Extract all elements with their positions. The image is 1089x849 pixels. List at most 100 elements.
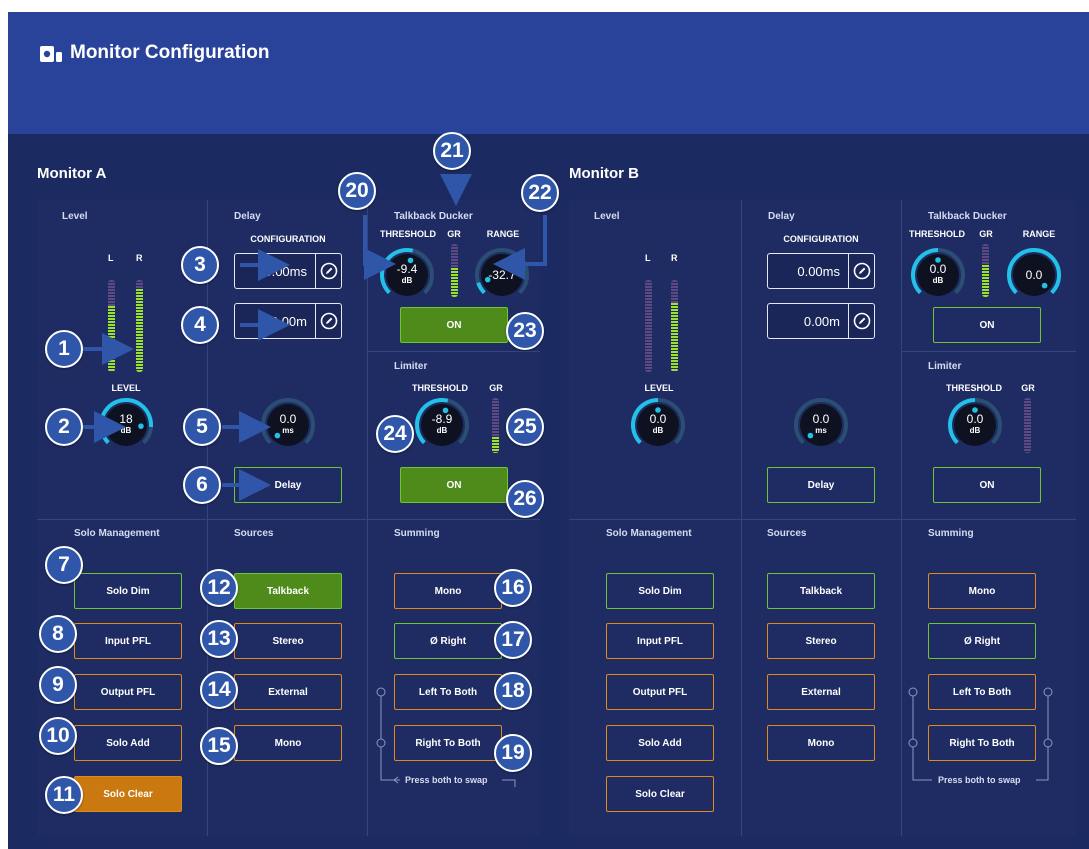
delay-time-field[interactable]: 0.00ms: [767, 253, 875, 289]
callout-3: 3: [181, 246, 219, 284]
solo-add-button[interactable]: Solo Add: [606, 725, 714, 761]
summing-mono-button[interactable]: Mono: [928, 573, 1036, 609]
output-pfl-button[interactable]: Output PFL: [606, 674, 714, 710]
solo-dim-button[interactable]: Solo Dim: [606, 573, 714, 609]
edit-icon[interactable]: [315, 304, 341, 338]
solo-dim-button[interactable]: Solo Dim: [74, 573, 182, 609]
level-knob-unit: dB: [120, 426, 132, 435]
output-pfl-button[interactable]: Output PFL: [74, 674, 182, 710]
delay-button[interactable]: Delay: [234, 467, 342, 503]
callout-15: 15: [200, 727, 238, 765]
callout-21: 21: [433, 132, 471, 170]
delay-knob-value: 0.0: [812, 412, 830, 426]
solo-clear-button[interactable]: Solo Clear: [606, 776, 714, 812]
callout-23: 23: [506, 312, 544, 350]
level-knob[interactable]: 0.0 dB: [629, 396, 687, 454]
left-to-both-button[interactable]: Left To Both: [394, 674, 502, 710]
callout-13: 13: [200, 620, 238, 658]
right-to-both-button[interactable]: Right To Both: [928, 725, 1036, 761]
callout-9: 9: [39, 666, 77, 704]
source-mono-button[interactable]: Mono: [767, 725, 875, 761]
swap-hint: Press both to swap: [405, 775, 488, 785]
limiter-on-button[interactable]: ON: [933, 467, 1041, 503]
level-knob[interactable]: 18 dB: [97, 396, 155, 454]
source-external-button[interactable]: External: [234, 674, 342, 710]
limiter-threshold-label: THRESHOLD: [412, 383, 468, 393]
limiter-threshold-value: -8.9: [431, 412, 453, 426]
callout-25: 25: [506, 408, 544, 446]
input-pfl-button[interactable]: Input PFL: [606, 623, 714, 659]
level-knob-label: LEVEL: [111, 383, 141, 393]
limiter-threshold-label: THRESHOLD: [946, 383, 1002, 393]
source-stereo-button[interactable]: Stereo: [234, 623, 342, 659]
source-external-button[interactable]: External: [767, 674, 875, 710]
limiter-on-button[interactable]: ON: [400, 467, 508, 503]
input-pfl-button[interactable]: Input PFL: [74, 623, 182, 659]
swap-hint: Press both to swap: [938, 775, 1021, 785]
ducker-gr-meter: [451, 244, 458, 297]
meter-left-label: L: [645, 253, 651, 263]
source-talkback-button[interactable]: Talkback: [767, 573, 875, 609]
delay-distance-field[interactable]: 0.00m: [767, 303, 875, 339]
callout-2: 2: [45, 408, 83, 446]
phase-right-button[interactable]: Ø Right: [928, 623, 1036, 659]
right-to-both-button[interactable]: Right To Both: [394, 725, 502, 761]
summing-label: Summing: [928, 528, 974, 539]
callout-7: 7: [45, 546, 83, 584]
level-meter-right: [671, 280, 678, 372]
solo-clear-button[interactable]: Solo Clear: [74, 776, 182, 812]
delay-button[interactable]: Delay: [767, 467, 875, 503]
edit-icon[interactable]: [848, 254, 874, 288]
limiter-threshold-knob[interactable]: -8.9 dB: [413, 396, 471, 454]
callout-14: 14: [200, 671, 238, 709]
meter-left-label: L: [108, 253, 114, 263]
left-to-both-button[interactable]: Left To Both: [928, 674, 1036, 710]
delay-config-label: CONFIGURATION: [250, 234, 326, 244]
page-title: Monitor Configuration: [70, 42, 270, 63]
limiter-threshold-knob[interactable]: 0.0 dB: [946, 396, 1004, 454]
ducker-range-knob[interactable]: 0.0: [1005, 246, 1063, 304]
talkback-ducker-label: Talkback Ducker: [928, 211, 1007, 222]
source-mono-button[interactable]: Mono: [234, 725, 342, 761]
ducker-threshold-unit: dB: [932, 276, 944, 285]
ducker-on-button[interactable]: ON: [933, 307, 1041, 343]
phase-right-button[interactable]: Ø Right: [394, 623, 502, 659]
ducker-threshold-knob[interactable]: 0.0 dB: [909, 246, 967, 304]
ducker-threshold-value: -9.4: [396, 262, 418, 276]
delay-section-label: Delay: [768, 211, 795, 222]
level-knob-unit: dB: [652, 426, 664, 435]
talkback-ducker-label: Talkback Ducker: [394, 211, 473, 222]
ducker-threshold-knob[interactable]: -9.4 dB: [378, 246, 436, 304]
callout-5: 5: [183, 408, 221, 446]
level-section-label: Level: [594, 211, 620, 222]
callout-12: 12: [200, 569, 238, 607]
callout-11: 11: [45, 776, 83, 814]
delay-time-value: 0.00ms: [264, 263, 307, 279]
summing-label: Summing: [394, 528, 440, 539]
limiter-gr-meter: [492, 398, 499, 453]
ducker-threshold-value: 0.0: [929, 262, 947, 276]
monitor-configuration-window: Monitor Configuration Monitor A Level L …: [8, 12, 1089, 849]
delay-knob[interactable]: 0.0 ms: [792, 396, 850, 454]
ducker-range-value: 0.0: [1025, 268, 1043, 282]
meter-right-label: R: [671, 253, 678, 263]
callout-26: 26: [506, 480, 544, 518]
summing-mono-button[interactable]: Mono: [394, 573, 502, 609]
level-meter-left: [645, 280, 652, 372]
callout-19: 19: [494, 734, 532, 772]
ducker-threshold-unit: dB: [401, 276, 413, 285]
delay-knob[interactable]: 0.0 ms: [259, 396, 317, 454]
edit-icon[interactable]: [315, 254, 341, 288]
source-talkback-button[interactable]: Talkback: [234, 573, 342, 609]
edit-icon[interactable]: [848, 304, 874, 338]
ducker-range-knob[interactable]: -32.7: [473, 246, 531, 304]
limiter-threshold-value: 0.0: [966, 412, 984, 426]
sources-label: Sources: [234, 528, 274, 539]
callout-18: 18: [494, 672, 532, 710]
ducker-on-button[interactable]: ON: [400, 307, 508, 343]
delay-distance-value: 0.00m: [270, 313, 307, 329]
delay-time-field[interactable]: 0.00ms: [234, 253, 342, 289]
source-stereo-button[interactable]: Stereo: [767, 623, 875, 659]
delay-distance-field[interactable]: 0.00m: [234, 303, 342, 339]
solo-add-button[interactable]: Solo Add: [74, 725, 182, 761]
